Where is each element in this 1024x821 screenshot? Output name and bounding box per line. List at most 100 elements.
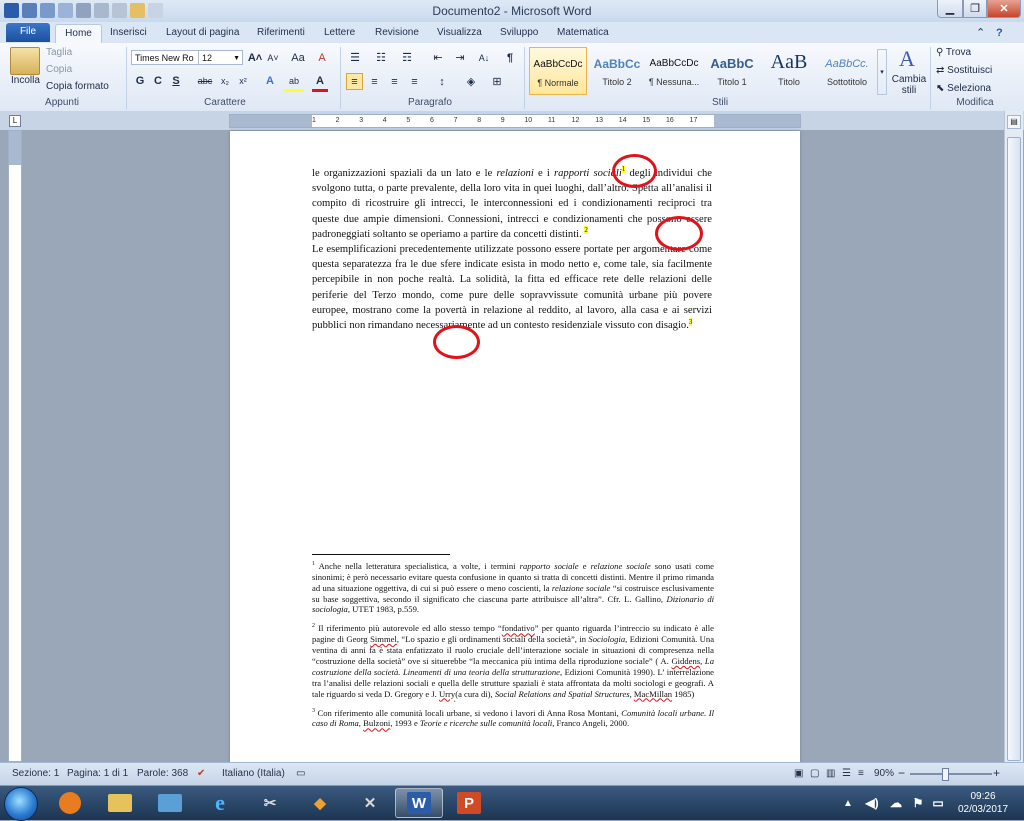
help-icon[interactable]: ?	[996, 24, 1003, 42]
minimize-ribbon-icon[interactable]: ⌃	[976, 24, 985, 42]
subscript-button[interactable]: x₂	[217, 73, 233, 89]
style-sottotitolo[interactable]: AaBbCc. Sottotitolo	[818, 47, 876, 95]
volume-icon[interactable]: ◀)	[862, 788, 882, 818]
word-count[interactable]: Parole: 368	[137, 768, 188, 779]
explorer-icon[interactable]	[96, 788, 144, 818]
style-normale[interactable]: AaBbCcDc ¶ Normale	[529, 47, 587, 95]
tab-riferimenti[interactable]: Riferimenti	[257, 24, 305, 42]
zoom-out-button[interactable]: −	[898, 766, 905, 780]
paint-icon[interactable]: ◆	[296, 788, 344, 818]
display-icon[interactable]: ▭	[928, 788, 948, 818]
close-button[interactable]: ✕	[987, 0, 1021, 18]
bullets-icon[interactable]: ☰	[346, 50, 364, 65]
tab-selector-icon[interactable]: L	[9, 115, 21, 127]
fullscreen-view-icon[interactable]: ▢	[810, 768, 819, 779]
language-indicator[interactable]: Italiano (Italia)	[222, 768, 285, 779]
style-titolo[interactable]: AaB Titolo	[760, 47, 818, 95]
word-taskbar-button[interactable]: W	[395, 788, 443, 818]
outline-view-icon[interactable]: ☰	[842, 768, 851, 779]
zoom-in-button[interactable]: +	[993, 766, 1000, 780]
page-indicator[interactable]: Pagina: 1 di 1	[67, 768, 128, 779]
body-text[interactable]: le organizzazioni spaziali da un lato e …	[312, 165, 712, 333]
tab-home[interactable]: Home	[55, 24, 102, 43]
borders-icon[interactable]: ⊞	[488, 73, 506, 90]
vertical-ruler[interactable]	[8, 130, 22, 762]
change-case-button[interactable]: Aa	[288, 50, 308, 65]
control-panel-icon[interactable]	[146, 788, 194, 818]
internet-explorer-icon[interactable]: e	[196, 788, 244, 818]
select-button[interactable]: ⬉ Seleziona	[936, 83, 991, 94]
numbering-icon[interactable]: ☷	[372, 50, 390, 65]
show-marks-button[interactable]: ¶	[502, 50, 518, 65]
line-spacing-icon[interactable]: ↕	[432, 73, 452, 90]
proofing-icon[interactable]: ✔	[197, 768, 205, 779]
styles-more-icon[interactable]: ▾	[877, 49, 887, 95]
zoom-slider[interactable]	[910, 773, 992, 775]
strikethrough-button[interactable]: abc	[196, 73, 214, 89]
change-styles-icon[interactable]: A	[894, 46, 920, 72]
print-layout-view-icon[interactable]: ▣	[794, 768, 803, 779]
text-effects-button[interactable]: A	[262, 73, 278, 89]
web-layout-view-icon[interactable]: ▥	[826, 768, 835, 779]
font-size-combo[interactable]: 12 ▼	[198, 50, 243, 65]
decrease-indent-icon[interactable]: ⇤	[430, 50, 446, 65]
tab-sviluppo[interactable]: Sviluppo	[500, 24, 538, 42]
paste-button[interactable]: Incolla	[11, 75, 40, 86]
draft-view-icon[interactable]: ≡	[858, 768, 864, 779]
tab-visualizza[interactable]: Visualizza	[437, 24, 482, 42]
vertical-scrollbar[interactable]: ▤	[1004, 111, 1023, 762]
highlight-button[interactable]: ab	[284, 73, 304, 92]
replace-button[interactable]: ⇄ Sostituisci	[936, 65, 992, 76]
superscript-button[interactable]: x²	[235, 73, 251, 89]
system-clock[interactable]: 09:26 02/03/2017	[950, 790, 1016, 816]
tab-inserisci[interactable]: Inserisci	[110, 24, 147, 42]
cut-button[interactable]: Taglia	[46, 47, 72, 58]
increase-indent-icon[interactable]: ⇥	[452, 50, 468, 65]
bold-button[interactable]: G	[133, 73, 147, 89]
align-left-icon[interactable]: ≡	[346, 73, 363, 90]
copy-button[interactable]: Copia	[46, 64, 72, 75]
tools-icon[interactable]: ✕	[346, 788, 394, 818]
align-right-icon[interactable]: ≡	[386, 73, 403, 90]
style-nessuna[interactable]: AaBbCcDc ¶ Nessuna...	[645, 47, 703, 95]
justify-icon[interactable]: ≡	[406, 73, 423, 90]
tab-lettere[interactable]: Lettere	[324, 24, 355, 42]
italic-button[interactable]: C	[151, 73, 165, 89]
tab-revisione[interactable]: Revisione	[375, 24, 419, 42]
minimize-button[interactable]: ▁	[937, 0, 963, 18]
footnotes[interactable]: 1 Anche nella letteratura specialistica,…	[312, 559, 714, 735]
change-styles-button[interactable]: Cambia stili	[891, 74, 927, 96]
footnote-ref-2[interactable]: 2	[584, 226, 588, 235]
horizontal-ruler[interactable]: 1 2 3 4 5 6 7 8 9 10 11 12 13 14 15 16 17	[229, 114, 801, 128]
clear-format-button[interactable]: A	[314, 50, 330, 65]
paste-icon[interactable]	[10, 47, 40, 75]
grow-font-button[interactable]: A˄	[246, 50, 264, 65]
view-ruler-icon[interactable]: ▤	[1007, 115, 1021, 129]
style-titolo-1[interactable]: AaBbC Titolo 1	[703, 47, 761, 95]
snipping-tool-icon[interactable]: ✂	[246, 788, 294, 818]
format-painter-button[interactable]: Copia formato	[46, 81, 109, 92]
sort-button[interactable]: A↓	[475, 50, 493, 65]
show-hidden-icons[interactable]: ▲	[840, 788, 856, 818]
zoom-level[interactable]: 90%	[874, 768, 894, 779]
footnote-ref-3[interactable]: 3	[688, 317, 693, 326]
action-center-icon[interactable]: ⚑	[908, 788, 928, 818]
find-button[interactable]: ⚲ Trova	[936, 47, 971, 58]
tab-layout[interactable]: Layout di pagina	[166, 24, 239, 42]
style-titolo-2[interactable]: AaBbCc Titolo 2	[588, 47, 646, 95]
shading-icon[interactable]: ◈	[462, 73, 480, 90]
zoom-slider-thumb[interactable]	[942, 768, 949, 781]
section-indicator[interactable]: Sezione: 1	[12, 768, 59, 779]
tab-file[interactable]: File	[6, 23, 50, 42]
maximize-button[interactable]: ❐	[963, 0, 987, 18]
powerpoint-taskbar-button[interactable]: P	[445, 788, 493, 818]
start-button[interactable]	[4, 787, 38, 821]
document-page[interactable]: le organizzazioni spaziali da un lato e …	[230, 131, 800, 763]
network-icon[interactable]: ☁	[886, 788, 906, 818]
scroll-thumb[interactable]	[1007, 137, 1021, 761]
font-color-button[interactable]: A	[312, 73, 328, 92]
align-center-icon[interactable]: ≡	[366, 73, 383, 90]
media-player-icon[interactable]	[46, 788, 94, 818]
multilevel-list-icon[interactable]: ☶	[398, 50, 416, 65]
tab-matematica[interactable]: Matematica	[557, 24, 609, 42]
